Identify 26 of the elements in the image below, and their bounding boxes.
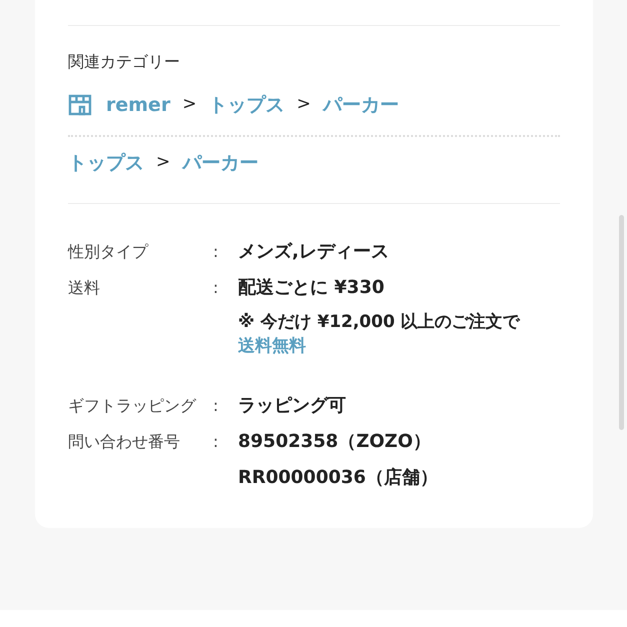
colon: :	[213, 241, 220, 263]
scrollbar-icon	[619, 215, 624, 430]
detail-value: ラッピング可	[238, 394, 346, 418]
free-shipping-link[interactable]: 送料無料	[238, 334, 520, 358]
breadcrumb-separator: >	[156, 151, 170, 174]
detail-label: 性別タイプ	[68, 241, 150, 263]
detail-label: 問い合わせ番号	[68, 431, 181, 453]
detail-value: 配送ごとに ¥330	[238, 276, 386, 300]
detail-value: RR00000036（店舗）	[238, 466, 438, 490]
category-link[interactable]: トップス	[68, 148, 144, 178]
breadcrumb-separator: >	[296, 93, 311, 116]
shop-link[interactable]: remer	[68, 90, 170, 120]
shipping-note: ※ 今だけ ¥12,000 以上のご注文で	[238, 311, 520, 334]
colon: :	[213, 277, 220, 299]
breadcrumb-separator: >	[182, 93, 197, 116]
colon: :	[213, 395, 220, 417]
category-link[interactable]: トップス	[208, 90, 285, 120]
detail-value: 89502358（ZOZO）	[238, 430, 432, 454]
category-link[interactable]: パーカー	[182, 148, 258, 178]
category-link[interactable]: パーカー	[322, 90, 399, 120]
colon: :	[213, 431, 220, 453]
detail-label: 送料	[68, 277, 101, 299]
detail-value: メンズ,レディース	[238, 240, 389, 264]
storefront-icon	[68, 94, 92, 116]
section-title: 関連カテゴリー	[68, 51, 181, 73]
detail-label: ギフトラッピング	[68, 395, 198, 417]
